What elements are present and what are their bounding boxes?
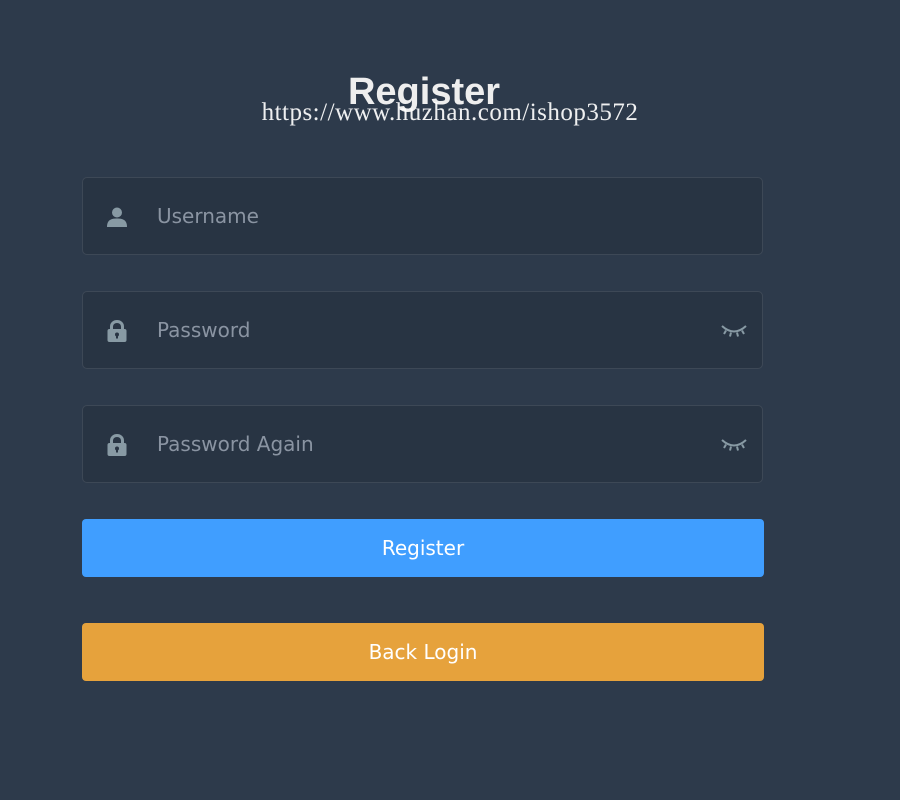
lock-icon — [105, 319, 129, 343]
password-again-input[interactable] — [157, 406, 697, 482]
username-input[interactable] — [157, 178, 697, 254]
page-title: Register — [347, 71, 501, 113]
password-input[interactable] — [157, 292, 697, 368]
user-icon — [105, 205, 129, 229]
username-field[interactable] — [82, 177, 763, 255]
password-again-field[interactable] — [82, 405, 763, 483]
password-field[interactable] — [82, 291, 763, 369]
lock-icon — [105, 433, 129, 457]
eye-closed-icon[interactable] — [720, 320, 748, 342]
register-button[interactable]: Register — [82, 519, 764, 577]
back-login-button[interactable]: Back Login — [82, 623, 764, 681]
eye-closed-icon[interactable] — [720, 434, 748, 456]
